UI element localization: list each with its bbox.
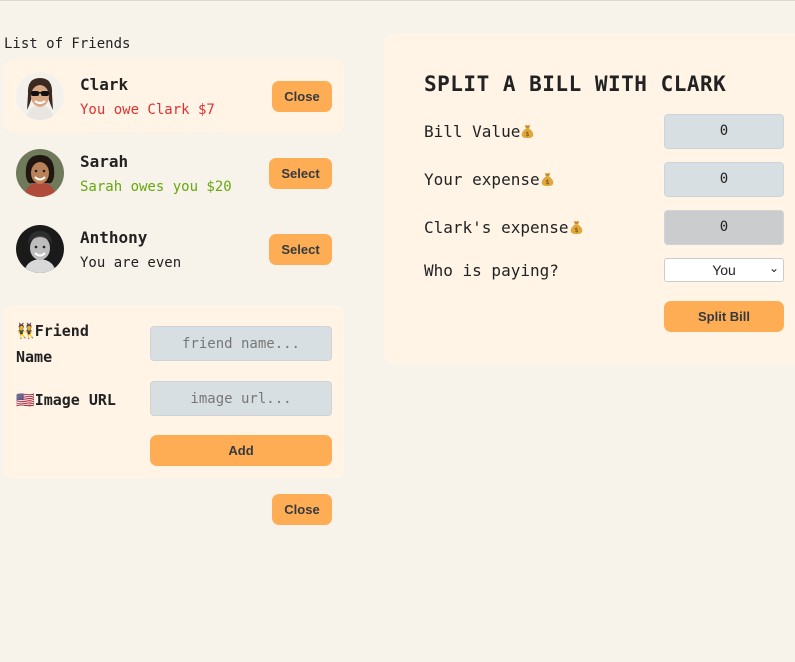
bill-value-label: Bill Value $ — [424, 122, 535, 141]
money-bag-icon: $ — [522, 125, 534, 138]
friend-expense-label: Clark's expense $ — [424, 218, 584, 237]
friend-name-input[interactable] — [150, 326, 332, 361]
friend-expense-input: 0 — [664, 210, 784, 245]
money-bag-icon: $ — [541, 173, 553, 186]
split-bill-form: SPLIT A BILL WITH CLARK Bill Value $ 0 Yo… — [384, 34, 795, 364]
split-bill-button[interactable]: Split Bill — [664, 301, 784, 332]
select-friend-button[interactable]: Select — [269, 234, 332, 265]
add-friend-form: 👯Friend Name 🇺🇸Image URL Add — [4, 306, 344, 478]
who-paying-select[interactable]: You ⌄ — [664, 258, 784, 282]
select-friend-button[interactable]: Select — [269, 158, 332, 189]
avatar-sarah — [16, 149, 64, 197]
money-bag-icon: $ — [570, 221, 582, 234]
flag-icon: 🇺🇸 — [16, 391, 35, 409]
dancers-icon: 👯 — [16, 322, 35, 340]
who-paying-label: Who is paying? — [424, 261, 559, 280]
friends-list-heading: List of Friends — [4, 36, 131, 52]
close-form-button[interactable]: Close — [272, 494, 332, 525]
image-url-label: 🇺🇸Image URL — [16, 391, 116, 409]
svg-text:$: $ — [545, 178, 549, 186]
friend-balance-status: Sarah owes you $20 — [80, 179, 232, 195]
svg-text:$: $ — [526, 130, 530, 138]
your-expense-label: Your expense $ — [424, 170, 555, 189]
add-friend-button[interactable]: Add — [150, 435, 332, 466]
friend-name: Clark — [80, 75, 129, 94]
svg-text:$: $ — [574, 226, 578, 234]
friend-name: Sarah — [80, 152, 129, 171]
friend-balance-status: You are even — [80, 255, 182, 271]
your-expense-input[interactable]: 0 — [664, 162, 784, 197]
avatar-clark — [16, 72, 64, 120]
chevron-down-icon: ⌄ — [768, 261, 779, 275]
friend-name: Anthony — [80, 228, 148, 247]
friend-item-sarah: Sarah Sarah owes you $20 Select — [4, 137, 344, 209]
friend-item-clark: Clark You owe Clark $7 Close — [4, 60, 344, 132]
split-bill-title: SPLIT A BILL WITH CLARK — [424, 72, 727, 96]
friend-balance-status: You owe Clark $7 — [80, 102, 215, 118]
avatar-anthony — [16, 225, 64, 273]
friend-name-label: 👯Friend Name — [16, 322, 89, 366]
close-friend-button[interactable]: Close — [272, 81, 332, 112]
who-paying-value: You — [712, 262, 736, 278]
bill-value-input[interactable]: 0 — [664, 114, 784, 149]
friend-item-anthony: Anthony You are even Select — [4, 213, 344, 285]
image-url-input[interactable] — [150, 381, 332, 416]
